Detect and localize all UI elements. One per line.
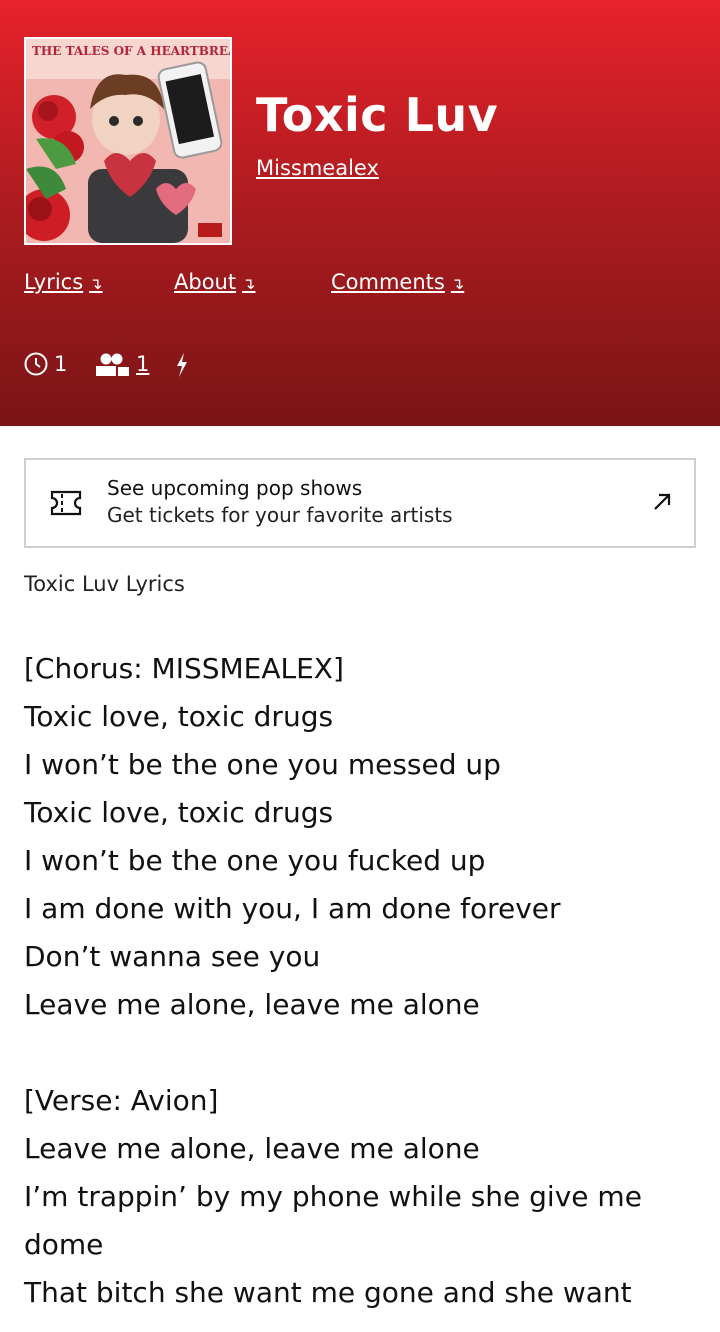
lyric-line: dome (24, 1228, 104, 1261)
lyric-line: [Chorus: MISSMEALEX] (24, 652, 344, 685)
nav-comments-label: Comments (331, 270, 445, 294)
nav-lyrics-label: Lyrics (24, 270, 84, 294)
nav-about-arrow-icon: ↴ (242, 274, 256, 293)
views-stat: 1 (24, 352, 67, 376)
song-header: THE TALES OF A HEARTBREAK Toxic Luv Miss… (0, 0, 720, 426)
lyric-line: That bitch she want me gone and she want (24, 1276, 632, 1309)
song-title: Toxic Luv (256, 88, 499, 142)
clock-icon (24, 352, 48, 376)
lyrics-heading: Toxic Luv Lyrics (24, 572, 185, 596)
hot-stat (174, 352, 190, 378)
views-count: 1 (54, 352, 68, 376)
lyric-line: [Verse: Avion] (24, 1084, 219, 1117)
section-nav: Lyrics ↴ About ↴ Comments ↴ (0, 270, 720, 300)
lyric-line: Leave me alone, leave me alone (24, 988, 480, 1021)
nav-about-label: About (174, 270, 237, 294)
lyric-line: I’m trappin’ by my phone while she give … (24, 1180, 642, 1213)
promo-banner[interactable]: See upcoming pop shows Get tickets for y… (24, 458, 696, 548)
ticket-icon (50, 490, 82, 516)
contributors-stat[interactable]: 1 (96, 352, 149, 376)
lyric-line: I am done with you, I am done forever (24, 892, 561, 925)
people-icon (96, 353, 129, 376)
nav-lyrics-arrow-icon: ↴ (89, 274, 103, 293)
lyric-line (24, 1029, 696, 1077)
external-arrow-icon[interactable] (652, 492, 672, 512)
album-cover-art: THE TALES OF A HEARTBREAK (26, 39, 230, 243)
promo-title: See upcoming pop shows (107, 476, 363, 500)
lightning-icon (177, 353, 187, 377)
cover-text: THE TALES OF A HEARTBREAK (32, 44, 230, 58)
lyric-line: I won’t be the one you messed up (24, 748, 501, 781)
lyric-line: Toxic love, toxic drugs (24, 700, 334, 733)
artist-link[interactable]: Missmealex (256, 156, 379, 180)
nav-comments-arrow-icon: ↴ (450, 274, 465, 293)
lyric-line: Toxic love, toxic drugs (24, 796, 334, 829)
lyric-line: Don’t wanna see you (24, 940, 321, 973)
nav-about-link[interactable]: About ↴ (174, 270, 256, 294)
promo-subtitle: Get tickets for your favorite artists (107, 503, 453, 527)
lyric-line: Leave me alone, leave me alone (24, 1132, 480, 1165)
nav-lyrics-link[interactable]: Lyrics ↴ (24, 270, 103, 294)
lyrics-body: [Chorus: MISSMEALEX] Toxic love, toxic d… (24, 645, 696, 1317)
contributors-count: 1 (136, 352, 150, 376)
lyric-line: I won’t be the one you fucked up (24, 844, 486, 877)
nav-comments-link[interactable]: Comments ↴ (331, 270, 464, 294)
album-cover[interactable]: THE TALES OF A HEARTBREAK (24, 37, 232, 245)
